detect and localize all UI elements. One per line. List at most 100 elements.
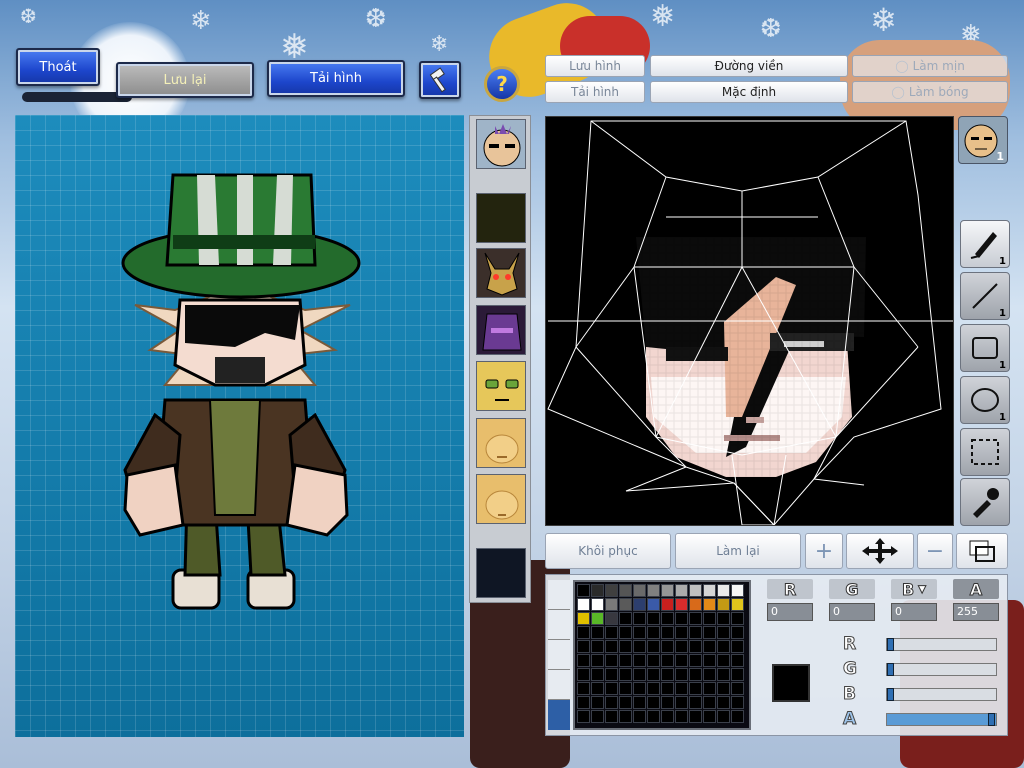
palette-swatch[interactable] bbox=[591, 584, 604, 597]
palette-swatch[interactable] bbox=[731, 654, 744, 667]
palette-swatch[interactable] bbox=[647, 612, 660, 625]
line-tool[interactable]: 1 bbox=[960, 272, 1010, 320]
palette-swatch[interactable] bbox=[591, 612, 604, 625]
palette-swatch[interactable] bbox=[703, 598, 716, 611]
red-value-field[interactable]: 0 bbox=[767, 603, 813, 621]
save-button[interactable]: Lưu lại bbox=[116, 62, 254, 98]
pen-tool[interactable]: 1 bbox=[960, 220, 1010, 268]
blue-slider-knob[interactable] bbox=[887, 688, 894, 701]
palette-swatch[interactable] bbox=[689, 612, 702, 625]
blue-slider[interactable] bbox=[886, 688, 997, 701]
palette-swatch[interactable] bbox=[619, 710, 632, 723]
green-slider-knob[interactable] bbox=[887, 663, 894, 676]
purple-thumb[interactable] bbox=[476, 305, 526, 355]
zoom-in-button[interactable]: + bbox=[805, 533, 843, 569]
palette-swatch[interactable] bbox=[675, 598, 688, 611]
palette-swatch[interactable] bbox=[591, 668, 604, 681]
palette-swatch[interactable] bbox=[605, 710, 618, 723]
restore-button[interactable]: Khôi phục bbox=[545, 533, 671, 569]
face-editor-canvas[interactable] bbox=[545, 116, 954, 526]
palette-swatch[interactable] bbox=[717, 696, 730, 709]
palette-swatch[interactable] bbox=[689, 626, 702, 639]
empty-slot-1[interactable] bbox=[476, 193, 526, 243]
palette-swatch[interactable] bbox=[619, 640, 632, 653]
palette-swatch[interactable] bbox=[605, 696, 618, 709]
palette-swatch[interactable] bbox=[731, 682, 744, 695]
palette-swatch[interactable] bbox=[633, 584, 646, 597]
palette-swatch[interactable] bbox=[577, 696, 590, 709]
palette-swatch[interactable] bbox=[591, 696, 604, 709]
palette-swatch[interactable] bbox=[661, 612, 674, 625]
palette-swatch[interactable] bbox=[689, 598, 702, 611]
palette-swatch[interactable] bbox=[661, 626, 674, 639]
palette-swatch[interactable] bbox=[591, 654, 604, 667]
palette-swatch[interactable] bbox=[689, 640, 702, 653]
palette-swatch[interactable] bbox=[731, 668, 744, 681]
palette-swatch[interactable] bbox=[605, 584, 618, 597]
palette-swatch[interactable] bbox=[731, 710, 744, 723]
palette-swatch[interactable] bbox=[689, 668, 702, 681]
tab-default[interactable]: Mặc định bbox=[650, 81, 848, 103]
tab-outline[interactable]: Đường viền bbox=[650, 55, 848, 77]
palette-swatch[interactable] bbox=[703, 584, 716, 597]
palette-swatch[interactable] bbox=[605, 626, 618, 639]
plain-face-thumb-2[interactable] bbox=[476, 474, 526, 524]
palette-swatch[interactable] bbox=[675, 696, 688, 709]
palette-swatch[interactable] bbox=[619, 668, 632, 681]
palette-swatch[interactable] bbox=[619, 654, 632, 667]
palette-swatch[interactable] bbox=[689, 584, 702, 597]
palette-swatch[interactable] bbox=[675, 654, 688, 667]
palette-swatch[interactable] bbox=[619, 612, 632, 625]
palette-swatch[interactable] bbox=[647, 682, 660, 695]
palette-swatch[interactable] bbox=[661, 640, 674, 653]
help-button[interactable]: ? bbox=[484, 66, 520, 102]
select-tool[interactable] bbox=[960, 428, 1010, 476]
palette-swatch[interactable] bbox=[647, 640, 660, 653]
alpha-slider[interactable] bbox=[886, 713, 997, 726]
palette-swatch[interactable] bbox=[703, 696, 716, 709]
layer-button[interactable] bbox=[956, 533, 1008, 569]
palette-swatch[interactable] bbox=[661, 682, 674, 695]
palette-swatch[interactable] bbox=[577, 668, 590, 681]
shadow-button[interactable]: ◯ Làm bóng bbox=[852, 81, 1008, 103]
green-value-field[interactable]: 0 bbox=[829, 603, 875, 621]
alpha-slider-knob[interactable] bbox=[988, 713, 995, 726]
palette-swatch[interactable] bbox=[717, 654, 730, 667]
plain-face-thumb-1[interactable] bbox=[476, 418, 526, 468]
palette-swatch[interactable] bbox=[689, 710, 702, 723]
palette-swatch[interactable] bbox=[703, 682, 716, 695]
palette-swatch[interactable] bbox=[577, 612, 590, 625]
palette-swatch[interactable] bbox=[703, 626, 716, 639]
palette-swatch[interactable] bbox=[633, 654, 646, 667]
smooth-button[interactable]: ◯ Làm mịn bbox=[852, 55, 1008, 77]
palette-swatch[interactable] bbox=[661, 654, 674, 667]
palette-swatch[interactable] bbox=[633, 682, 646, 695]
palette-swatch[interactable] bbox=[633, 640, 646, 653]
palette-tab-1[interactable] bbox=[548, 580, 570, 610]
alpha-value-field[interactable]: 255 bbox=[953, 603, 999, 621]
palette-tab-3[interactable] bbox=[548, 640, 570, 670]
blue-value-field[interactable]: 0 bbox=[891, 603, 937, 621]
tab-load-image[interactable]: Tải hình bbox=[545, 81, 645, 103]
palette-swatch[interactable] bbox=[633, 668, 646, 681]
palette-swatch[interactable] bbox=[675, 710, 688, 723]
palette-swatch[interactable] bbox=[703, 612, 716, 625]
palette-swatch[interactable] bbox=[591, 682, 604, 695]
palette-swatch[interactable] bbox=[647, 626, 660, 639]
palette-swatch[interactable] bbox=[661, 668, 674, 681]
palette-swatch[interactable] bbox=[619, 626, 632, 639]
palette-swatch[interactable] bbox=[633, 696, 646, 709]
palette-swatch[interactable] bbox=[605, 612, 618, 625]
palette-swatch[interactable] bbox=[577, 682, 590, 695]
palette-swatch[interactable] bbox=[647, 668, 660, 681]
palette-swatch[interactable] bbox=[675, 640, 688, 653]
ellipse-tool[interactable]: 1 bbox=[960, 376, 1010, 424]
palette-swatch[interactable] bbox=[619, 598, 632, 611]
palette-swatch[interactable] bbox=[717, 584, 730, 597]
hammer-button[interactable] bbox=[419, 61, 461, 99]
reload-image-button[interactable]: Tải hình bbox=[267, 60, 405, 97]
palette-swatch[interactable] bbox=[577, 626, 590, 639]
palette-swatch[interactable] bbox=[577, 598, 590, 611]
palette-swatch[interactable] bbox=[591, 710, 604, 723]
zoom-out-button[interactable]: − bbox=[917, 533, 953, 569]
